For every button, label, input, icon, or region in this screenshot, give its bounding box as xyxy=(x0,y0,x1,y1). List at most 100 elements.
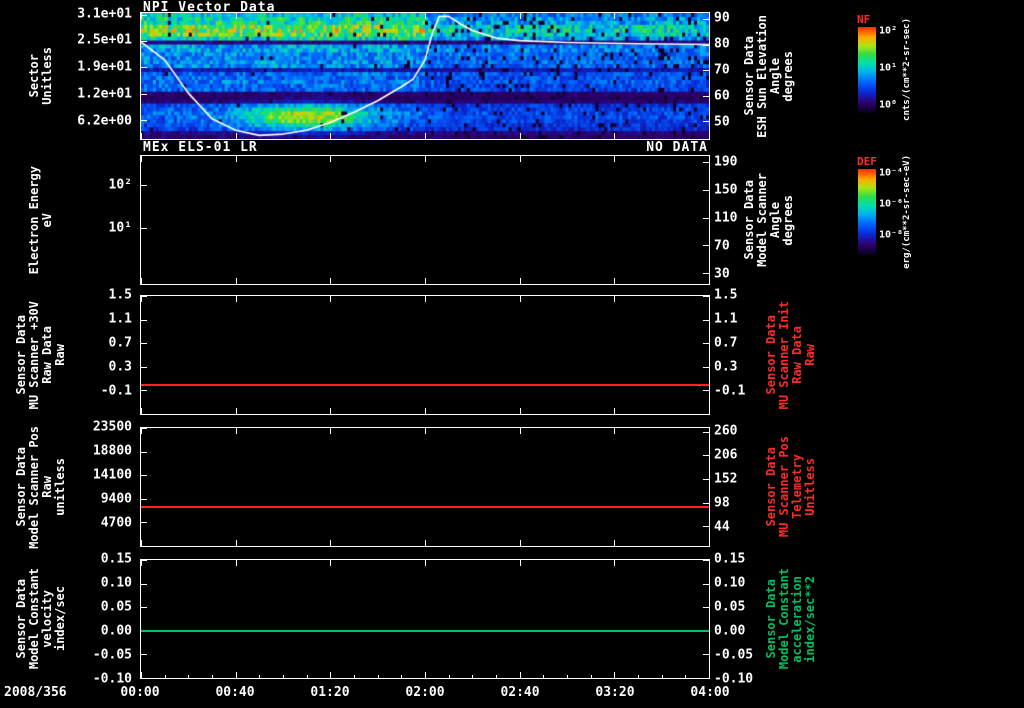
axis-tick-label: 18800 xyxy=(92,443,132,459)
tick-mark xyxy=(703,245,709,247)
tick-mark xyxy=(614,428,616,434)
tick-mark xyxy=(141,133,142,139)
tick-mark xyxy=(703,18,709,20)
colorbar-nf-label: NF xyxy=(857,13,871,26)
tick-mark xyxy=(703,366,709,368)
tick-mark xyxy=(306,675,308,678)
tick-mark xyxy=(703,526,709,528)
tick-mark xyxy=(703,217,709,219)
panel3-plot-area xyxy=(140,295,710,415)
axis-label-line: index/sec**2 xyxy=(803,575,817,663)
tick-mark xyxy=(709,560,710,566)
panel2-left-ticks: 10² 10¹ xyxy=(56,155,136,285)
tick-mark xyxy=(703,654,709,656)
tick-mark xyxy=(425,133,426,139)
panel1-right-label: Sensor Data ESH Sun Elevation Angle degrees xyxy=(740,12,798,140)
x-tick-label: 00:40 xyxy=(215,685,255,700)
tick-mark xyxy=(703,190,709,192)
tick-mark xyxy=(709,13,710,19)
tick-mark xyxy=(235,672,237,678)
tick-mark xyxy=(709,296,710,302)
tick-mark xyxy=(235,278,237,284)
axis-tick-label: 0.7 xyxy=(714,335,738,351)
tick-mark xyxy=(448,675,450,678)
tick-mark xyxy=(141,607,147,609)
panel5-plot-area xyxy=(140,559,710,679)
x-tick-label: 03:20 xyxy=(595,685,635,700)
tick-mark xyxy=(330,672,332,678)
tick-mark xyxy=(354,675,355,678)
tick-mark xyxy=(590,675,592,678)
tick-mark xyxy=(709,428,710,434)
tick-mark xyxy=(425,540,426,546)
tick-mark xyxy=(212,675,213,678)
colorbar1-unit: cnts/(cm**2-sr-sec) xyxy=(902,8,912,130)
axis-tick-label: 150 xyxy=(714,182,738,198)
tick-mark xyxy=(141,67,147,69)
tick-mark xyxy=(235,560,237,566)
tick-mark xyxy=(519,156,521,162)
axis-tick-label: 14100 xyxy=(92,467,132,483)
tick-mark xyxy=(709,133,710,139)
axis-tick-label: 0.7 xyxy=(108,335,132,351)
axis-label-line: degrees xyxy=(781,50,795,102)
panel5-left-ticks: 0.15 0.10 0.05 0.00 -0.05 -0.10 xyxy=(56,552,136,687)
tick-mark xyxy=(709,278,710,284)
tick-mark xyxy=(472,675,474,678)
tick-mark xyxy=(496,675,497,678)
colorbar-tick-label: 10⁻⁸ xyxy=(879,229,904,241)
tick-mark xyxy=(703,455,709,457)
axis-tick-label: 1.9e+01 xyxy=(77,59,132,75)
tick-mark xyxy=(141,40,147,42)
tick-mark xyxy=(614,156,616,162)
axis-tick-label: 3.1e+01 xyxy=(77,6,132,22)
axis-tick-label: 0.15 xyxy=(714,551,746,567)
axis-tick-label: 0.3 xyxy=(108,359,132,375)
tick-mark xyxy=(519,560,521,566)
tick-mark xyxy=(614,133,616,139)
tick-mark xyxy=(614,278,616,284)
tick-mark xyxy=(141,654,147,656)
tick-mark xyxy=(330,296,332,302)
tick-mark xyxy=(614,13,616,19)
tick-mark xyxy=(425,156,426,162)
tick-mark xyxy=(703,390,709,392)
x-tick-label: 04:00 xyxy=(690,685,730,700)
panel1-left-label: Sector Unitless xyxy=(26,12,56,140)
axis-tick-label: 206 xyxy=(714,447,738,463)
tick-mark xyxy=(638,675,639,678)
tick-mark xyxy=(425,672,426,678)
panel4-plot-area xyxy=(140,427,710,547)
tick-mark xyxy=(141,475,147,477)
axis-tick-label: 30 xyxy=(714,266,730,282)
tick-mark xyxy=(425,296,426,302)
tick-mark xyxy=(235,408,237,414)
tick-mark xyxy=(519,133,521,139)
tick-mark xyxy=(235,540,237,546)
axis-tick-label: 50 xyxy=(714,114,730,130)
panel3-left-ticks: 1.5 1.1 0.7 0.3 -0.1 xyxy=(56,288,136,415)
axis-tick-label: 0.05 xyxy=(100,599,132,615)
tick-mark xyxy=(330,428,332,434)
colorbar-def-label: DEF xyxy=(857,155,877,168)
tick-mark xyxy=(519,278,521,284)
tick-mark xyxy=(141,319,147,321)
tick-mark xyxy=(703,121,709,123)
tick-mark xyxy=(141,678,147,679)
axis-tick-label: 70 xyxy=(714,62,730,78)
panel1-plot-area xyxy=(140,12,710,140)
tick-mark xyxy=(283,675,284,678)
panel3-right-label: Sensor Data MU Scanner Init Raw Data Raw xyxy=(762,295,820,415)
tick-mark xyxy=(141,185,147,187)
tick-mark xyxy=(614,672,616,678)
tick-mark xyxy=(703,343,709,345)
colorbar-tick-label: 10⁻⁴ xyxy=(879,167,904,179)
tick-mark xyxy=(330,278,332,284)
axis-tick-label: -0.05 xyxy=(714,647,754,663)
axis-tick-label: 1.5 xyxy=(714,287,738,303)
tick-mark xyxy=(330,133,332,139)
axis-label-line: Raw xyxy=(803,344,817,366)
colorbar-tick-label: 10⁻⁶ xyxy=(879,198,904,210)
constant-line xyxy=(141,383,709,386)
tick-mark xyxy=(141,408,142,414)
